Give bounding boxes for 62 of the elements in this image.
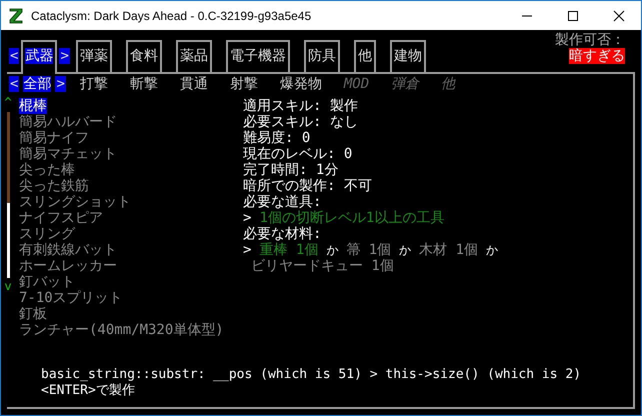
subcategory-tab[interactable]: 打撃 — [80, 76, 108, 92]
next-subcategory-button[interactable]: > — [55, 76, 66, 92]
recipe-item[interactable]: スリング — [19, 226, 75, 242]
material-component: ビリヤードキュー 1個 — [251, 258, 394, 274]
recipe-detail: 暗所での製作: 不可 — [243, 178, 372, 194]
category-tab[interactable]: 防具 — [304, 40, 340, 72]
category-tab[interactable]: 建物 — [390, 40, 426, 72]
recipe-item[interactable]: 尖った棒 — [19, 162, 75, 178]
previous-subcategory-button[interactable]: < — [9, 76, 20, 92]
recipe-detail: 必要な道具: — [243, 194, 322, 210]
recipe-item[interactable]: ホームレッカー — [19, 258, 117, 274]
recipe-item[interactable]: ナイフスピア — [19, 210, 103, 226]
subcategory-tab[interactable]: 全部 — [23, 76, 52, 92]
recipe-item[interactable]: 7-10スプリット — [19, 290, 123, 306]
required-tool: 1個の切断レベル1以上の工具 — [259, 210, 444, 226]
material-component: 箒 1個 — [346, 242, 392, 258]
recipe-detail: 完了時間: 1分 — [243, 162, 338, 178]
recipe-item[interactable]: 釘板 — [19, 306, 47, 322]
subcategory-tab[interactable]: 貫通 — [180, 76, 208, 92]
recipe-item[interactable]: 尖った鉄筋 — [19, 178, 89, 194]
material-marker: > — [243, 242, 252, 258]
message-text: basic_string::substr: __pos (which is 51) > this->size() (which is 2) — [41, 367, 582, 382]
recipe-item[interactable]: 簡易ハルバード — [19, 114, 117, 130]
window-title: Cataclysm: Dark Days Ahead - 0.C-32199-g93a5e45 — [31, 8, 312, 22]
app-logo-icon — [9, 8, 23, 24]
material-component: 木材 1個 — [419, 242, 478, 258]
material-component: 重棒 1個 — [259, 242, 318, 258]
category-tab[interactable]: 薬品 — [176, 40, 212, 72]
or-separator: か — [486, 242, 498, 258]
recipe-detail: 適用スキル: 製作 — [243, 98, 358, 114]
previous-category-button[interactable]: < — [9, 48, 20, 64]
category-tab[interactable]: 武器 — [21, 40, 58, 74]
recipe-detail: 難易度: 0 — [243, 130, 310, 146]
subcategory-tab[interactable]: 斬撃 — [130, 76, 158, 92]
materials-label: 必要な材料: — [243, 226, 322, 242]
recipe-item[interactable]: 棍棒 — [19, 98, 47, 114]
recipe-item[interactable]: 有刺鉄線バット — [19, 242, 117, 258]
category-tab[interactable]: 電子機器 — [226, 40, 290, 72]
message-text: <ENTER>で製作 — [41, 383, 135, 398]
craftability-label: 製作可否： — [555, 32, 625, 48]
category-tab[interactable]: 弾薬 — [76, 40, 112, 72]
recipe-detail: 現在のレベル: 0 — [243, 146, 352, 162]
recipe-detail: 必要スキル: なし — [243, 114, 358, 130]
maximize-icon[interactable] — [567, 10, 579, 22]
scroll-down-indicator[interactable]: v — [4, 280, 12, 294]
subcategory-tab[interactable]: 爆発物 — [280, 76, 322, 92]
tool-marker: > — [243, 210, 252, 226]
recipe-item[interactable]: 簡易マチェット — [19, 146, 117, 162]
next-category-button[interactable]: > — [59, 48, 70, 64]
or-separator: か — [399, 242, 412, 258]
recipe-item[interactable]: スリングショット — [19, 194, 131, 210]
recipe-item[interactable]: 釘バット — [19, 274, 75, 290]
subcategory-tab[interactable]: 射撃 — [230, 76, 258, 92]
or-separator: か — [326, 242, 338, 258]
recipe-item[interactable]: 簡易ナイフ — [19, 130, 89, 146]
recipe-item[interactable]: ランチャー(40mm/M320単体型) — [19, 322, 224, 338]
scrollbar-thumb[interactable] — [6, 203, 10, 278]
craftability-status: 暗すぎる — [569, 48, 625, 64]
category-tab[interactable]: 食料 — [126, 40, 162, 72]
category-tab[interactable]: 他 — [354, 40, 376, 72]
close-icon[interactable] — [613, 10, 625, 22]
scroll-up-indicator[interactable]: ^ — [4, 96, 12, 110]
